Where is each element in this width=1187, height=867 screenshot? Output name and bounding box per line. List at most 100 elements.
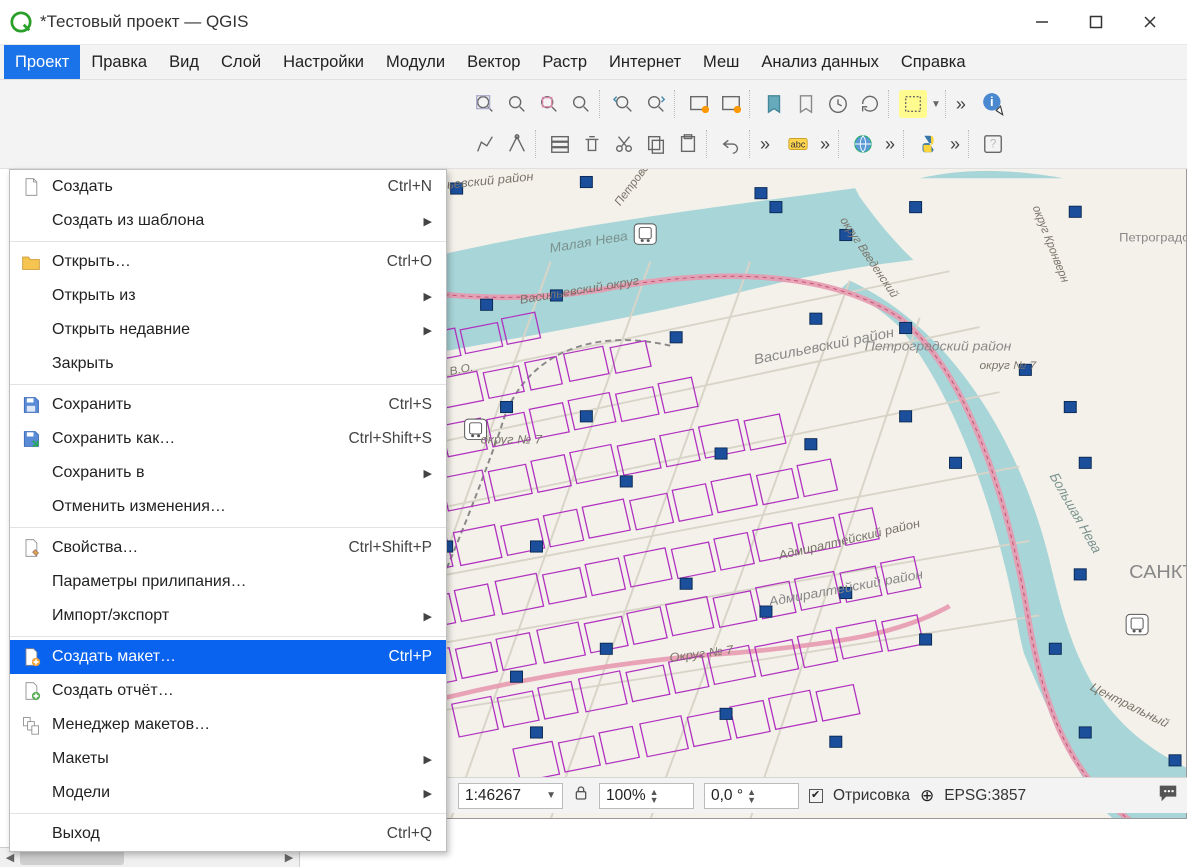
window-controls bbox=[1015, 0, 1177, 45]
project-menu-dropdown: Создать Ctrl+N Создать из шаблона ▶ Откр… bbox=[9, 169, 447, 852]
show-bookmarks-icon[interactable] bbox=[792, 90, 820, 118]
menu-models[interactable]: Модели▶ bbox=[10, 776, 446, 810]
menu-save-to[interactable]: Сохранить в▶ bbox=[10, 456, 446, 490]
zoom-selection-icon[interactable] bbox=[503, 90, 531, 118]
edit-vertex-icon[interactable] bbox=[471, 130, 499, 158]
menu-vector[interactable]: Вектор bbox=[456, 45, 531, 79]
crs-label[interactable]: EPSG:3857 bbox=[944, 787, 1026, 805]
menu-settings[interactable]: Настройки bbox=[272, 45, 375, 79]
new-bookmark-icon[interactable] bbox=[760, 90, 788, 118]
maximize-button[interactable] bbox=[1069, 0, 1123, 45]
menu-raster[interactable]: Растр bbox=[531, 45, 598, 79]
magnifier-field[interactable]: 100%▲▼ bbox=[599, 783, 694, 809]
menu-bar: Проект Правка Вид Слой Настройки Модули … bbox=[0, 45, 1187, 80]
select-rect-icon[interactable] bbox=[899, 90, 927, 118]
identify-icon[interactable]: i bbox=[980, 90, 1008, 118]
main-area: ▶ ◆ Бары, рестораны, фаст… ▶ data nextgi… bbox=[0, 169, 1187, 819]
menu-view[interactable]: Вид bbox=[158, 45, 210, 79]
help-icon[interactable]: ? bbox=[979, 130, 1007, 158]
menu-plugins[interactable]: Модули bbox=[375, 45, 456, 79]
layout-new-icon bbox=[20, 646, 42, 668]
menu-new-template[interactable]: Создать из шаблона ▶ bbox=[10, 204, 446, 238]
menu-new-layout[interactable]: Создать макет… Ctrl+P bbox=[10, 640, 446, 674]
menu-project[interactable]: Проект bbox=[4, 45, 80, 79]
zoom-next-icon[interactable] bbox=[642, 90, 670, 118]
menu-layouts[interactable]: Макеты▶ bbox=[10, 742, 446, 776]
menu-mesh[interactable]: Меш bbox=[692, 45, 750, 79]
zoom-layer-icon[interactable] bbox=[535, 90, 563, 118]
chevron-right-icon: ▶ bbox=[424, 610, 432, 623]
chevron-right-icon: ▶ bbox=[424, 215, 432, 228]
menu-open-from[interactable]: Открыть из▶ bbox=[10, 279, 446, 313]
new-map-view-icon[interactable] bbox=[685, 90, 713, 118]
window-title: *Тестовый проект — QGIS bbox=[40, 12, 248, 32]
layout-manager-icon bbox=[20, 714, 42, 736]
scale-field[interactable]: 1:46267▼ bbox=[458, 783, 563, 809]
messages-icon[interactable] bbox=[1157, 782, 1179, 809]
menu-new-report[interactable]: Создать отчёт… bbox=[10, 674, 446, 708]
toolbar-overflow-3[interactable]: » bbox=[816, 134, 834, 155]
menu-properties[interactable]: Свойства… Ctrl+Shift+P bbox=[10, 531, 446, 565]
render-label: Отрисовка bbox=[833, 787, 910, 805]
attributes-icon[interactable] bbox=[546, 130, 574, 158]
zoom-native-icon[interactable] bbox=[567, 90, 595, 118]
new-3d-view-icon[interactable] bbox=[717, 90, 745, 118]
chevron-right-icon: ▶ bbox=[424, 324, 432, 337]
menu-processing[interactable]: Анализ данных bbox=[750, 45, 889, 79]
lock-icon[interactable] bbox=[573, 785, 589, 806]
toolbar-row-1: ▼ » i bbox=[6, 84, 1187, 124]
menu-edit[interactable]: Правка bbox=[80, 45, 158, 79]
menu-save-as[interactable]: Сохранить как… Ctrl+Shift+S bbox=[10, 422, 446, 456]
toolbar-overflow-4[interactable]: » bbox=[881, 134, 899, 155]
menu-new[interactable]: Создать Ctrl+N bbox=[10, 170, 446, 204]
new-file-icon bbox=[20, 176, 42, 198]
crs-icon[interactable]: ⊕ bbox=[920, 786, 934, 806]
refresh-icon[interactable] bbox=[856, 90, 884, 118]
menu-revert[interactable]: Отменить изменения… bbox=[10, 490, 446, 524]
svg-text:i: i bbox=[990, 94, 994, 109]
svg-text:Петроградский район: Петроградский район bbox=[865, 339, 1012, 353]
menu-layer[interactable]: Слой bbox=[210, 45, 272, 79]
zoom-full-icon[interactable] bbox=[471, 90, 499, 118]
menu-open-recent[interactable]: Открыть недавние▶ bbox=[10, 313, 446, 347]
toolbar-overflow-5[interactable]: » bbox=[946, 134, 964, 155]
python-icon[interactable] bbox=[914, 130, 942, 158]
title-bar: *Тестовый проект — QGIS bbox=[0, 0, 1187, 45]
save-as-icon bbox=[20, 428, 42, 450]
vertex-tool-icon[interactable] bbox=[503, 130, 531, 158]
chevron-right-icon: ▶ bbox=[424, 753, 432, 766]
menu-help[interactable]: Справка bbox=[890, 45, 977, 79]
minimize-button[interactable] bbox=[1015, 0, 1069, 45]
label-tool-icon[interactable]: abc bbox=[784, 130, 812, 158]
cut-icon[interactable] bbox=[610, 130, 638, 158]
menu-web[interactable]: Интернет bbox=[598, 45, 692, 79]
chevron-right-icon: ▶ bbox=[424, 290, 432, 303]
report-new-icon bbox=[20, 680, 42, 702]
rotation-field[interactable]: 0,0 °▲▼ bbox=[704, 783, 799, 809]
delete-icon[interactable] bbox=[578, 130, 606, 158]
menu-layout-manager[interactable]: Менеджер макетов… bbox=[10, 708, 446, 742]
menu-close[interactable]: Закрыть bbox=[10, 347, 446, 381]
toolbar-overflow-2[interactable]: » bbox=[756, 134, 774, 155]
render-checkbox[interactable] bbox=[809, 789, 823, 803]
menu-save[interactable]: Сохранить Ctrl+S bbox=[10, 388, 446, 422]
close-button[interactable] bbox=[1123, 0, 1177, 45]
undo-icon[interactable] bbox=[717, 130, 745, 158]
paste-icon[interactable] bbox=[674, 130, 702, 158]
save-icon bbox=[20, 394, 42, 416]
toolbar-row-2: » abc » » » ? bbox=[6, 124, 1187, 164]
zoom-last-icon[interactable] bbox=[610, 90, 638, 118]
chevron-right-icon: ▶ bbox=[424, 787, 432, 800]
menu-open[interactable]: Открыть… Ctrl+O bbox=[10, 245, 446, 279]
temporal-icon[interactable] bbox=[824, 90, 852, 118]
toolbar-overflow-1[interactable]: » bbox=[952, 94, 970, 115]
app-icon bbox=[10, 11, 32, 33]
menu-exit[interactable]: ВыходCtrl+Q bbox=[10, 817, 446, 851]
svg-text:САНКТ-ПЕТЕРБ: САНКТ-ПЕТЕРБ bbox=[1129, 563, 1186, 583]
menu-snapping[interactable]: Параметры прилипания… bbox=[10, 565, 446, 599]
copy-icon[interactable] bbox=[642, 130, 670, 158]
menu-import-export[interactable]: Импорт/экспорт▶ bbox=[10, 599, 446, 633]
chevron-right-icon: ▶ bbox=[424, 467, 432, 480]
open-folder-icon bbox=[20, 251, 42, 273]
globe-icon[interactable] bbox=[849, 130, 877, 158]
